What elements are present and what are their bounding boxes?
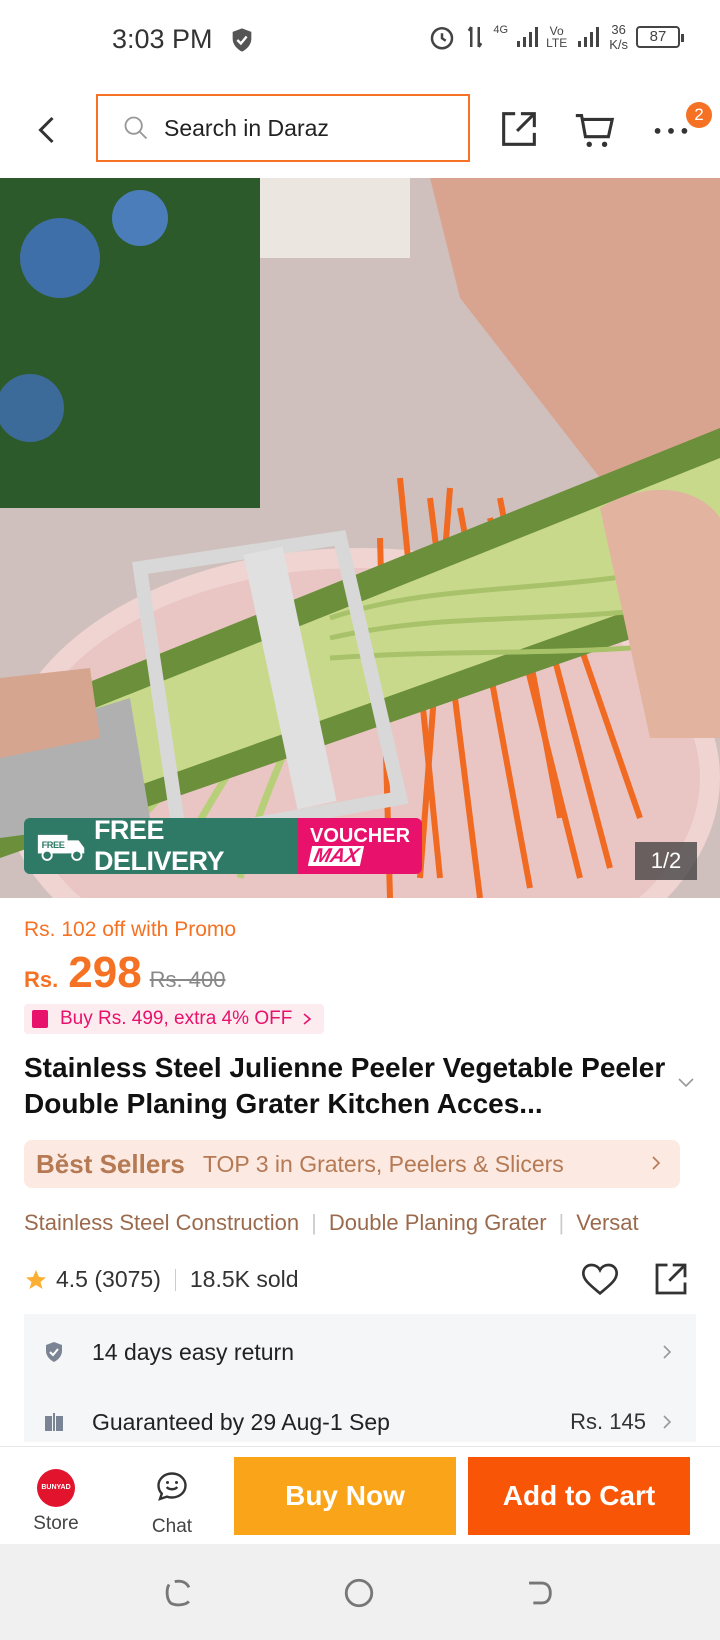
store-logo: BUNYAD [37,1469,75,1507]
feature-tags: Stainless Steel Construction | Double Plan… [24,1210,639,1235]
delivery-guarantee-text: Guaranteed by 29 Aug-1 Sep [92,1408,390,1435]
share-icon[interactable] [650,1258,692,1300]
product-title: Stainless Steel Julienne Peeler Vegetabl… [24,1052,666,1119]
search-bar[interactable]: Search in Daraz [96,94,470,162]
delivery-truck-icon: FREE [37,834,85,861]
chat-icon [157,1472,187,1501]
extra-offer[interactable]: Buy Rs. 499, extra 4% OFF [24,1004,325,1034]
currency: Rs. [24,967,59,992]
store-label: Store [33,1513,79,1534]
chevron-right-icon [303,1013,312,1025]
current-price: 298 [68,948,142,997]
voucher-max-badge: VOUCHER MAX [298,818,422,874]
feature-tag: Versat [576,1210,639,1235]
best-seller-banner[interactable]: Bĕst Sellers TOP 3 in Graters, Peelers &… [24,1140,680,1188]
voucher-max-label: MAX [307,845,365,867]
back-arrow-icon[interactable] [30,110,66,150]
app-header: Search in Daraz [0,80,720,178]
shield-check-icon [46,1342,62,1362]
rating-score: 4.5 (3075) [56,1266,161,1292]
best-seller-label: Bĕst Sellers [36,1148,185,1179]
delivery-fee: Rs. 145 [570,1409,646,1434]
cart-icon[interactable] [572,106,618,152]
share-icon[interactable] [496,106,542,152]
extra-offer-text: Buy Rs. 499, extra 4% OFF [60,1008,293,1029]
battery-indicator: 87 [636,26,684,48]
network-4g-label: 4G [493,24,509,36]
back-nav-icon[interactable] [522,1576,556,1610]
original-price: Rs. 400 [149,967,226,992]
store-button[interactable]: BUNYAD Store [20,1469,92,1535]
feature-tag: Double Planing Grater [328,1210,547,1235]
free-tag: FREE [42,840,65,850]
product-image[interactable] [0,178,720,898]
star-icon [26,1269,46,1289]
rating-row[interactable]: 4.5 (3075) 18.5K sold [24,1266,299,1293]
delivery-row[interactable]: Guaranteed by 29 Aug-1 Sep Rs. 145 [24,1392,696,1452]
bottom-action-bar: BUNYAD Store Chat Buy Now Add to Cart [0,1446,720,1544]
return-policy-text: 14 days easy return [92,1338,295,1365]
status-icons: 4G Vo LTE 36 K/s 87 [427,22,684,52]
gift-icon [32,1010,48,1028]
search-icon [124,116,148,140]
home-icon[interactable] [342,1576,376,1610]
chat-label: Chat [151,1516,193,1537]
free-delivery-banner: FREE FREE DELIVERY VOUCHER MAX [24,818,422,874]
price-block: Rs. 298 Rs. 400 [24,948,226,998]
image-counter: 1/2 [635,842,697,880]
return-policy-row[interactable]: 14 days easy return [24,1322,696,1382]
promo-text: Rs. 102 off with Promo [24,918,237,941]
alarm-icon [431,27,454,50]
data-transfer-icon [468,26,483,48]
buy-now-button[interactable]: Buy Now [234,1457,456,1535]
recent-apps-icon[interactable] [162,1576,196,1610]
delivery-box-icon [45,1413,63,1431]
status-time: 3:03 PM [112,24,213,54]
product-photo [0,178,720,898]
chevron-right-icon [663,1345,672,1359]
voucher-label: VOUCHER [310,825,411,847]
network-speed-unit: K/s [609,37,628,52]
chevron-right-icon [663,1415,672,1429]
wishlist-heart-icon[interactable] [580,1260,620,1300]
feature-tag: Stainless Steel Construction [24,1210,300,1235]
signal-icon [517,27,539,47]
system-navigation-bar [0,1544,720,1640]
network-speed: 36 [611,22,626,37]
shield-icon [232,28,252,52]
signal-icon-2 [578,27,600,47]
service-panel: 14 days easy return Guaranteed by 29 Aug… [24,1314,696,1442]
cart-count-badge: 2 [686,102,712,128]
chat-button[interactable]: Chat [136,1469,208,1538]
add-to-cart-button[interactable]: Add to Cart [468,1457,690,1535]
best-seller-rank: TOP 3 in Graters, Peelers & Slicers [202,1150,564,1177]
search-placeholder: Search in Daraz [164,114,329,141]
status-bar: 3:03 PM 4G Vo LTE 36 K/s 87 [0,0,720,80]
volte-label-bottom: LTE [546,36,568,50]
chevron-down-icon[interactable] [676,1076,696,1090]
sold-count: 18.5K sold [189,1266,299,1292]
free-delivery-label: FREE DELIVERY [93,818,225,874]
chevron-right-icon [652,1156,661,1170]
